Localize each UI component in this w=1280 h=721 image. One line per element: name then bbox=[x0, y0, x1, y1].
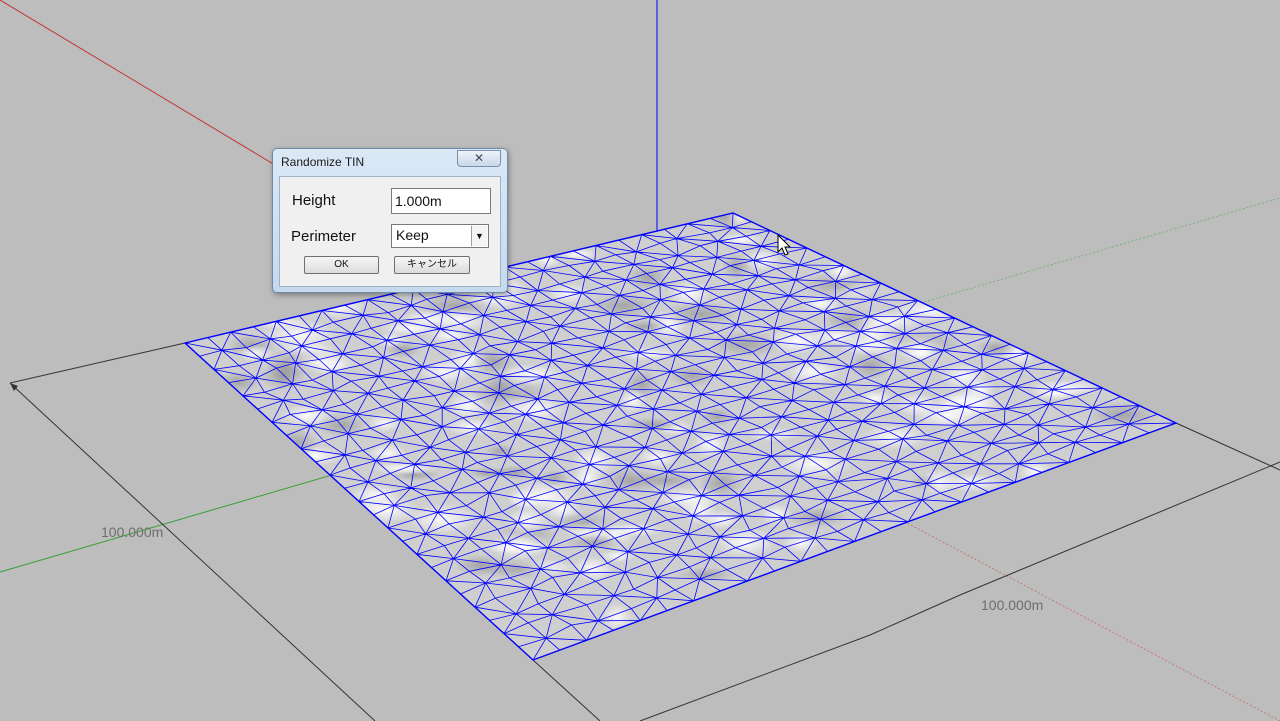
terrain-bump bbox=[857, 390, 893, 407]
terrain-bump bbox=[617, 347, 679, 361]
dimension-extension-bottom bbox=[532, 659, 601, 721]
dimension-line-right-3 bbox=[639, 634, 871, 721]
dialog-body: Height Perimeter Keep ▼ OK キャンセル bbox=[279, 176, 501, 287]
chevron-down-icon[interactable]: ▼ bbox=[471, 226, 487, 246]
terrain-bump bbox=[503, 394, 566, 424]
dimension-extension-right bbox=[1175, 422, 1280, 471]
terrain-bump bbox=[940, 362, 988, 390]
randomize-tin-dialog: Randomize TIN ✕ Height Perimeter Keep ▼ … bbox=[272, 148, 508, 293]
3d-viewport[interactable]: 100.000m 100.000m bbox=[0, 0, 1280, 721]
perimeter-selected-value: Keep bbox=[396, 227, 429, 243]
height-label: Height bbox=[292, 192, 336, 209]
cancel-button[interactable]: キャンセル bbox=[394, 256, 470, 274]
dimension-extension-left bbox=[9, 342, 186, 384]
perimeter-label: Perimeter bbox=[291, 228, 357, 245]
terrain-bump bbox=[776, 448, 855, 479]
terrain-bump bbox=[273, 428, 319, 458]
terrain-bump bbox=[836, 335, 906, 356]
dimension-label-left: 100.000m bbox=[101, 524, 164, 540]
ok-button[interactable]: OK bbox=[304, 256, 379, 274]
scene-canvas bbox=[0, 0, 1280, 721]
dialog-title: Randomize TIN bbox=[281, 155, 365, 169]
perimeter-select[interactable]: Keep ▼ bbox=[391, 224, 489, 248]
height-input[interactable] bbox=[391, 188, 491, 214]
dimension-line-right-2 bbox=[869, 594, 961, 636]
close-icon[interactable]: ✕ bbox=[457, 150, 501, 167]
terrain-bump bbox=[600, 602, 633, 632]
dimension-label-right: 100.000m bbox=[981, 597, 1044, 613]
